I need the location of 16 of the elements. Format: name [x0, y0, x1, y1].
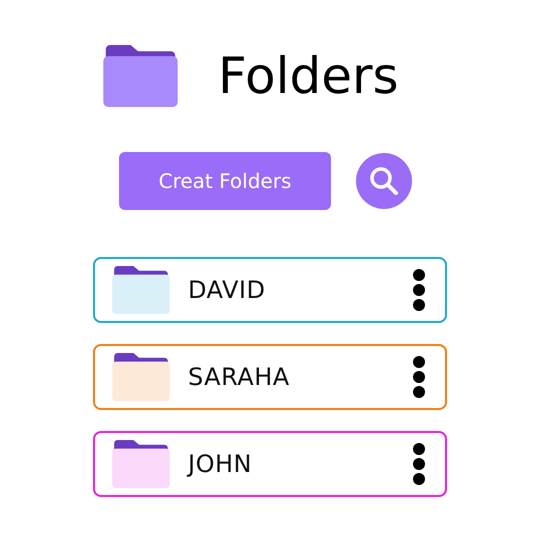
- folder-row[interactable]: SARAHA: [93, 344, 447, 410]
- more-options-icon[interactable]: [413, 269, 425, 311]
- more-options-icon[interactable]: [413, 356, 425, 398]
- folder-icon: [112, 353, 170, 401]
- search-icon: [368, 165, 400, 197]
- create-folders-button[interactable]: Creat Folders: [119, 152, 331, 210]
- folder-name: SARAHA: [188, 363, 291, 391]
- page-title: Folders: [218, 47, 399, 105]
- folder-name: DAVID: [188, 276, 266, 304]
- folder-icon: [112, 266, 170, 314]
- folder-row[interactable]: JOHN: [93, 431, 447, 497]
- more-options-icon[interactable]: [413, 443, 425, 485]
- folder-name: JOHN: [188, 450, 253, 478]
- folder-row[interactable]: DAVID: [93, 257, 447, 323]
- folder-icon: [112, 440, 170, 488]
- folder-icon: [103, 45, 178, 107]
